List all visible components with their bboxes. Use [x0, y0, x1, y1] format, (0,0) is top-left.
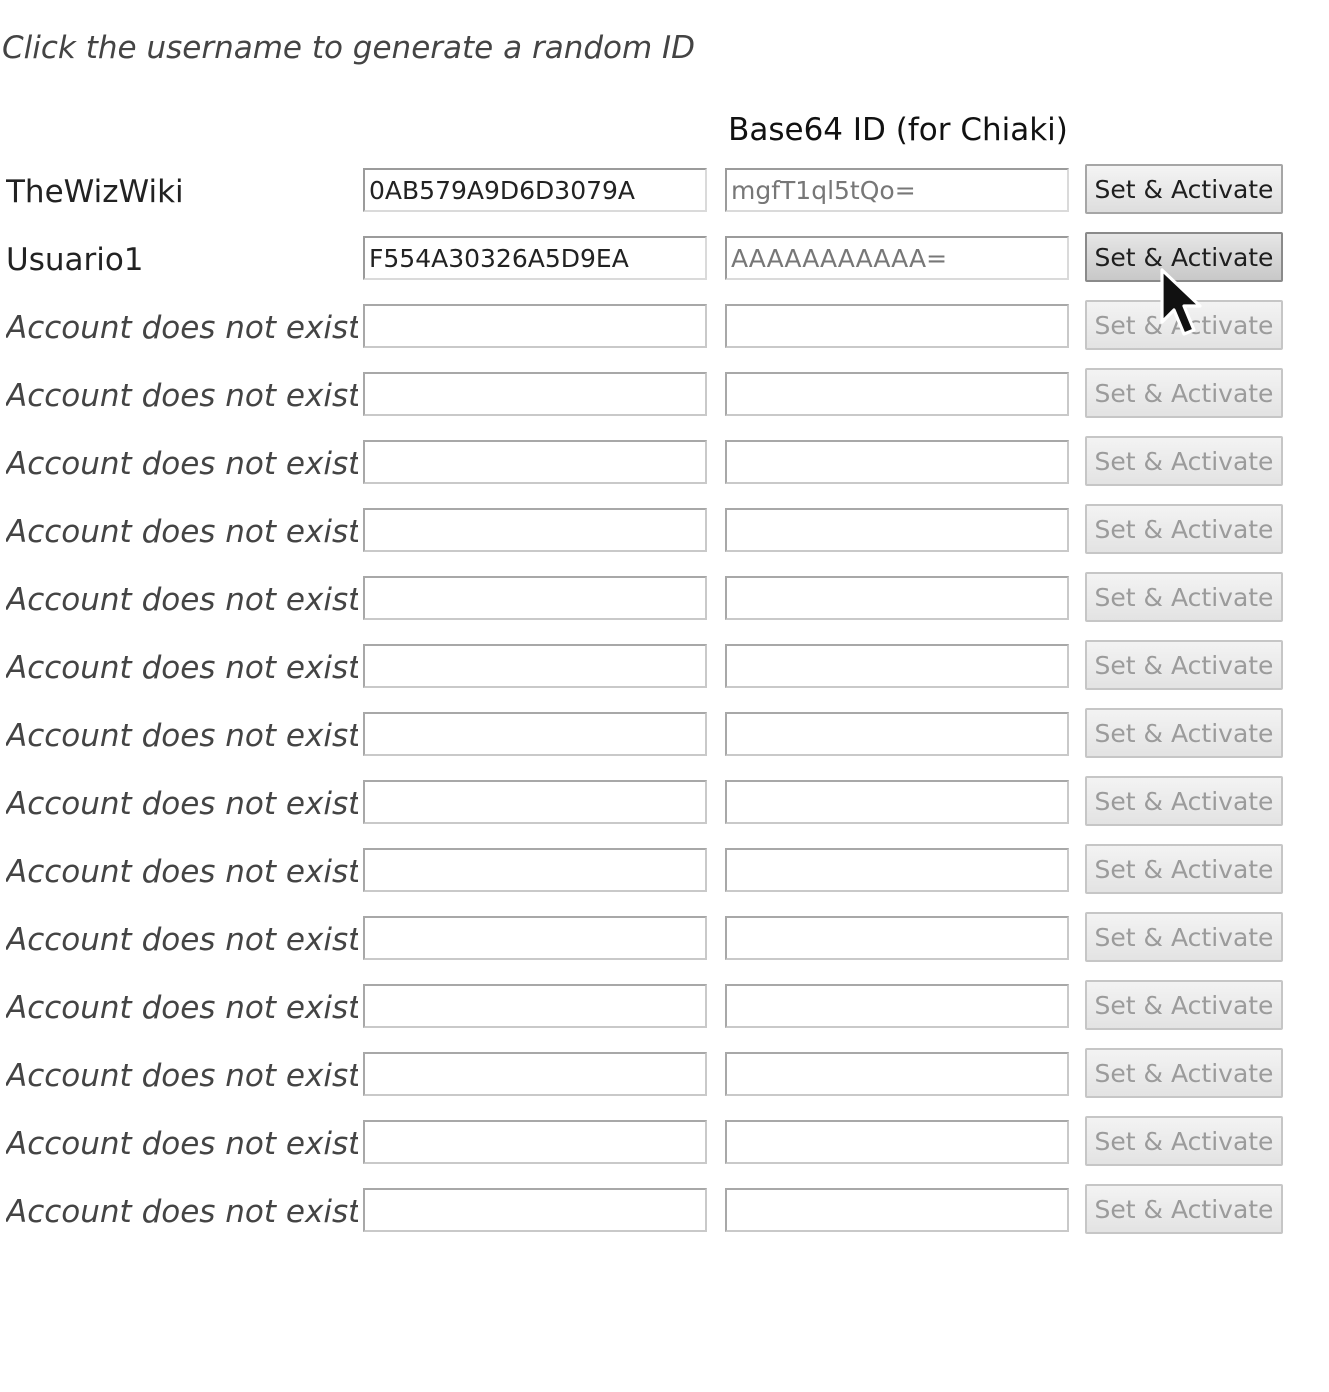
base64-id-input[interactable]	[725, 984, 1069, 1028]
set-activate-button[interactable]: Set & Activate	[1085, 232, 1283, 282]
account-row: TheWizWiki Set & Activate	[0, 158, 1329, 226]
base64-id-input[interactable]	[725, 372, 1069, 416]
set-activate-button[interactable]: Set & Activate	[1085, 436, 1283, 486]
username-label: Account does not exist	[6, 1194, 358, 1230]
hex-id-input[interactable]	[363, 780, 707, 824]
hex-id-input[interactable]	[363, 1188, 707, 1232]
set-activate-button[interactable]: Set & Activate	[1085, 640, 1283, 690]
username-label[interactable]: Usuario1	[6, 238, 358, 282]
account-row: Usuario1 Set & Activate	[0, 226, 1329, 294]
hex-id-input[interactable]	[363, 168, 707, 212]
username-label: Account does not exist	[6, 922, 358, 958]
username-label: Account does not exist	[6, 582, 358, 618]
base64-id-input[interactable]	[725, 1052, 1069, 1096]
instruction-text: Click the username to generate a random …	[2, 30, 696, 66]
account-row: Account does not exist Set & Activate	[0, 974, 1329, 1042]
hex-id-input[interactable]	[363, 1120, 707, 1164]
username-label: Account does not exist	[6, 854, 358, 890]
account-row: Account does not exist Set & Activate	[0, 770, 1329, 838]
set-activate-button[interactable]: Set & Activate	[1085, 776, 1283, 826]
base64-id-input[interactable]	[725, 780, 1069, 824]
hex-id-input[interactable]	[363, 848, 707, 892]
hex-id-input[interactable]	[363, 508, 707, 552]
set-activate-button[interactable]: Set & Activate	[1085, 844, 1283, 894]
username-label: Account does not exist	[6, 514, 358, 550]
account-list: TheWizWiki Set & Activate Usuario1 Set &…	[0, 158, 1329, 1246]
base64-id-input[interactable]	[725, 440, 1069, 484]
account-row: Account does not exist Set & Activate	[0, 566, 1329, 634]
account-row: Account does not exist Set & Activate	[0, 1178, 1329, 1246]
hex-id-input[interactable]	[363, 712, 707, 756]
base64-id-input[interactable]	[725, 236, 1069, 280]
set-activate-button[interactable]: Set & Activate	[1085, 572, 1283, 622]
username-label: Account does not exist	[6, 786, 358, 822]
username-label: Account does not exist	[6, 446, 358, 482]
account-row: Account does not exist Set & Activate	[0, 702, 1329, 770]
username-label: Account does not exist	[6, 378, 358, 414]
username-label[interactable]: TheWizWiki	[6, 170, 358, 214]
base64-id-input[interactable]	[725, 712, 1069, 756]
set-activate-button[interactable]: Set & Activate	[1085, 1184, 1283, 1234]
set-activate-button[interactable]: Set & Activate	[1085, 1116, 1283, 1166]
username-label: Account does not exist	[6, 990, 358, 1026]
account-row: Account does not exist Set & Activate	[0, 1110, 1329, 1178]
base64-id-input[interactable]	[725, 1120, 1069, 1164]
base64-id-input[interactable]	[725, 304, 1069, 348]
account-id-page: Click the username to generate a random …	[0, 0, 1329, 1392]
account-row: Account does not exist Set & Activate	[0, 1042, 1329, 1110]
base64-id-input[interactable]	[725, 508, 1069, 552]
set-activate-button[interactable]: Set & Activate	[1085, 300, 1283, 350]
hex-id-input[interactable]	[363, 440, 707, 484]
account-row: Account does not exist Set & Activate	[0, 430, 1329, 498]
hex-id-input[interactable]	[363, 644, 707, 688]
account-row: Account does not exist Set & Activate	[0, 634, 1329, 702]
account-row: Account does not exist Set & Activate	[0, 498, 1329, 566]
set-activate-button[interactable]: Set & Activate	[1085, 368, 1283, 418]
base64-id-input[interactable]	[725, 576, 1069, 620]
base64-id-input[interactable]	[725, 1188, 1069, 1232]
username-label: Account does not exist	[6, 650, 358, 686]
base64-id-input[interactable]	[725, 644, 1069, 688]
set-activate-button[interactable]: Set & Activate	[1085, 504, 1283, 554]
username-label: Account does not exist	[6, 310, 358, 346]
account-row: Account does not exist Set & Activate	[0, 906, 1329, 974]
base64-column-header: Base64 ID (for Chiaki)	[728, 112, 1068, 148]
base64-id-input[interactable]	[725, 168, 1069, 212]
set-activate-button[interactable]: Set & Activate	[1085, 708, 1283, 758]
set-activate-button[interactable]: Set & Activate	[1085, 912, 1283, 962]
account-row: Account does not exist Set & Activate	[0, 362, 1329, 430]
hex-id-input[interactable]	[363, 304, 707, 348]
base64-id-input[interactable]	[725, 916, 1069, 960]
hex-id-input[interactable]	[363, 372, 707, 416]
base64-id-input[interactable]	[725, 848, 1069, 892]
account-row: Account does not exist Set & Activate	[0, 294, 1329, 362]
username-label: Account does not exist	[6, 1126, 358, 1162]
set-activate-button[interactable]: Set & Activate	[1085, 1048, 1283, 1098]
hex-id-input[interactable]	[363, 576, 707, 620]
hex-id-input[interactable]	[363, 916, 707, 960]
hex-id-input[interactable]	[363, 1052, 707, 1096]
set-activate-button[interactable]: Set & Activate	[1085, 980, 1283, 1030]
set-activate-button[interactable]: Set & Activate	[1085, 164, 1283, 214]
username-label: Account does not exist	[6, 1058, 358, 1094]
hex-id-input[interactable]	[363, 236, 707, 280]
account-row: Account does not exist Set & Activate	[0, 838, 1329, 906]
hex-id-input[interactable]	[363, 984, 707, 1028]
username-label: Account does not exist	[6, 718, 358, 754]
